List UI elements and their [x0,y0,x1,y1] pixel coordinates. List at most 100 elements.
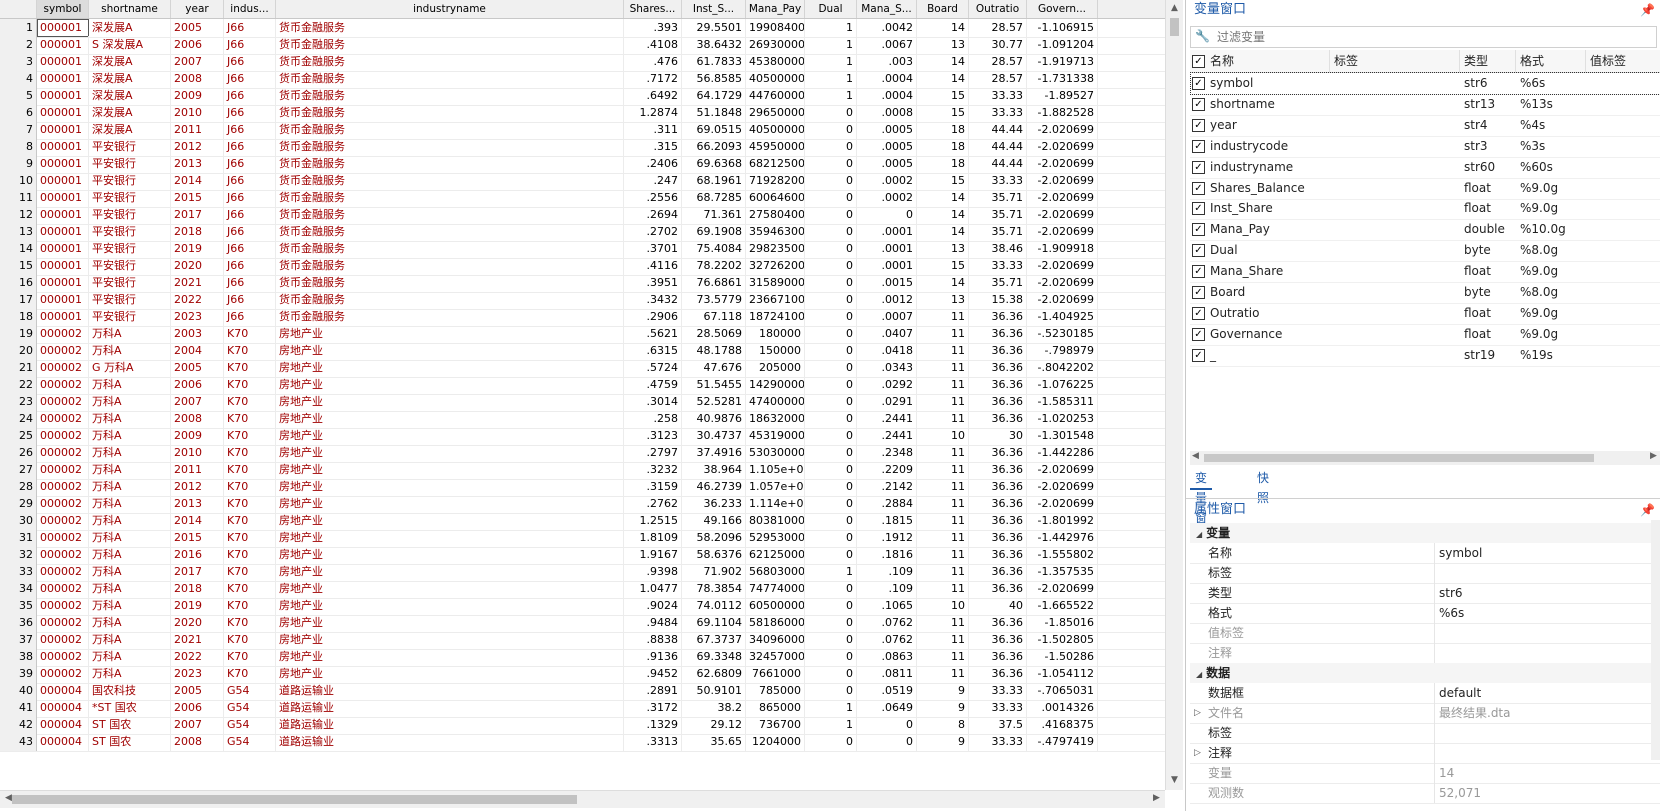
variable-checkbox[interactable]: ✓ [1192,306,1205,320]
table-cell[interactable]: 11 [917,444,969,462]
table-cell[interactable]: 2004 [171,342,224,360]
table-cell[interactable]: 000002 [37,393,89,411]
table-cell[interactable]: 74.0112 [682,597,746,615]
table-cell[interactable]: J66 [224,121,276,139]
table-cell[interactable]: 房地产业 [276,512,624,530]
table-cell[interactable]: 货币金融服务 [276,87,624,105]
table-cell[interactable]: 房地产业 [276,444,624,462]
tab-snapshots[interactable]: 快照 [1252,468,1274,505]
table-cell[interactable]: 69.1908 [682,223,746,241]
table-cell[interactable]: J66 [224,223,276,241]
table-cell[interactable]: 2006 [171,699,224,717]
table-cell[interactable]: J66 [224,240,276,258]
table-cell[interactable]: 0 [805,172,857,190]
table-cell[interactable]: 2005 [171,19,224,37]
table-cell[interactable]: .0001 [857,257,917,275]
variable-checkbox[interactable]: ✓ [1192,77,1205,90]
section-data[interactable]: ◢ 数据 [1190,663,1660,683]
variable-checkbox[interactable]: ✓ [1192,160,1205,174]
pin-icon[interactable]: 📌 [1640,3,1655,17]
table-cell[interactable]: 2015 [171,189,224,207]
table-cell[interactable]: 36.36 [969,444,1027,462]
table-cell[interactable]: .2762 [624,495,682,513]
table-cell[interactable]: .3313 [624,733,682,751]
table-cell[interactable]: 000002 [37,444,89,462]
table-cell[interactable]: 2006 [171,376,224,394]
table-cell[interactable]: 51.1848 [682,104,746,122]
table-cell[interactable]: 货币金融服务 [276,36,624,54]
table-cell[interactable]: 0 [805,665,857,683]
table-cell[interactable]: 35.71 [969,206,1027,224]
table-cell[interactable]: K70 [224,410,276,428]
table-cell[interactable]: .1329 [624,716,682,734]
table-cell[interactable]: 货币金融服务 [276,291,624,309]
table-cell[interactable]: 万科A [89,393,171,411]
table-cell[interactable]: .3014 [624,393,682,411]
table-cell[interactable]: 61.7833 [682,53,746,71]
table-cell[interactable]: K70 [224,444,276,462]
variable-row[interactable]: ✓ Mana_Pay double %10.0g [1190,218,1660,242]
table-cell[interactable]: 36.36 [969,631,1027,649]
table-cell[interactable]: 万科A [89,563,171,581]
column-header[interactable]: symbol [37,0,89,18]
table-cell[interactable]: ST 国农 [89,716,171,734]
table-cell[interactable]: 2020 [171,257,224,275]
horizontal-scroll-thumb[interactable] [12,795,577,804]
table-cell[interactable]: 货币金融服务 [276,155,624,173]
table-cell[interactable]: 60500000 [746,597,805,615]
table-cell[interactable]: -1.442976 [1027,529,1098,547]
table-cell[interactable]: J66 [224,189,276,207]
table-cell[interactable]: 2019 [171,597,224,615]
col-type[interactable]: 类型 [1460,50,1516,72]
table-cell[interactable]: 2017 [171,206,224,224]
table-cell[interactable]: 11 [917,393,969,411]
table-cell[interactable]: .0002 [857,189,917,207]
grid-horizontal-scrollbar[interactable]: ◀ ▶ [0,790,1165,808]
table-cell[interactable]: .0649 [857,699,917,717]
table-cell[interactable]: 房地产业 [276,461,624,479]
table-cell[interactable]: 000001 [37,257,89,275]
table-cell[interactable]: 33.33 [969,87,1027,105]
table-cell[interactable]: .2797 [624,444,682,462]
table-cell[interactable]: 53030000 [746,444,805,462]
table-cell[interactable]: 1 [805,36,857,54]
table-cell[interactable]: 2006 [171,36,224,54]
section-variable[interactable]: ◢ 变量 [1190,523,1660,543]
table-cell[interactable]: 7661000 [746,665,805,683]
table-cell[interactable]: .0005 [857,121,917,139]
table-cell[interactable]: -2.020699 [1027,478,1098,496]
property-value[interactable]: 52,071 [1434,783,1481,803]
table-cell[interactable]: 房地产业 [276,614,624,632]
table-cell[interactable]: 56.8585 [682,70,746,88]
variable-filter-input[interactable] [1215,28,1649,46]
table-cell[interactable]: K70 [224,342,276,360]
table-cell[interactable]: 000002 [37,563,89,581]
table-cell[interactable]: 1.2515 [624,512,682,530]
table-cell[interactable]: 50.9101 [682,682,746,700]
table-cell[interactable]: 33.33 [969,104,1027,122]
tab-variables[interactable]: 变量窗口 [1190,468,1213,545]
table-cell[interactable]: 深发展A [89,121,171,139]
table-cell[interactable]: 36.36 [969,393,1027,411]
table-cell[interactable]: .0005 [857,138,917,156]
table-cell[interactable]: 1.0477 [624,580,682,598]
table-cell[interactable]: 69.1104 [682,614,746,632]
table-cell[interactable]: .2556 [624,189,682,207]
table-cell[interactable]: .8838 [624,631,682,649]
table-cell[interactable]: .0004 [857,70,917,88]
table-cell[interactable]: 000002 [37,478,89,496]
table-cell[interactable]: 58186000 [746,614,805,632]
table-cell[interactable]: 11 [917,563,969,581]
table-cell[interactable]: -1.106915 [1027,19,1098,37]
column-header[interactable]: Inst_S... [682,0,746,18]
table-cell[interactable]: 11 [917,325,969,343]
table-cell[interactable]: 000002 [37,512,89,530]
table-cell[interactable]: 0 [805,308,857,326]
table-cell[interactable]: .476 [624,53,682,71]
table-cell[interactable]: 11 [917,376,969,394]
table-cell[interactable]: .0015 [857,274,917,292]
table-cell[interactable]: 14 [917,189,969,207]
table-cell[interactable]: 51.5455 [682,376,746,394]
table-cell[interactable]: -1.076225 [1027,376,1098,394]
table-cell[interactable]: 45950000 [746,138,805,156]
